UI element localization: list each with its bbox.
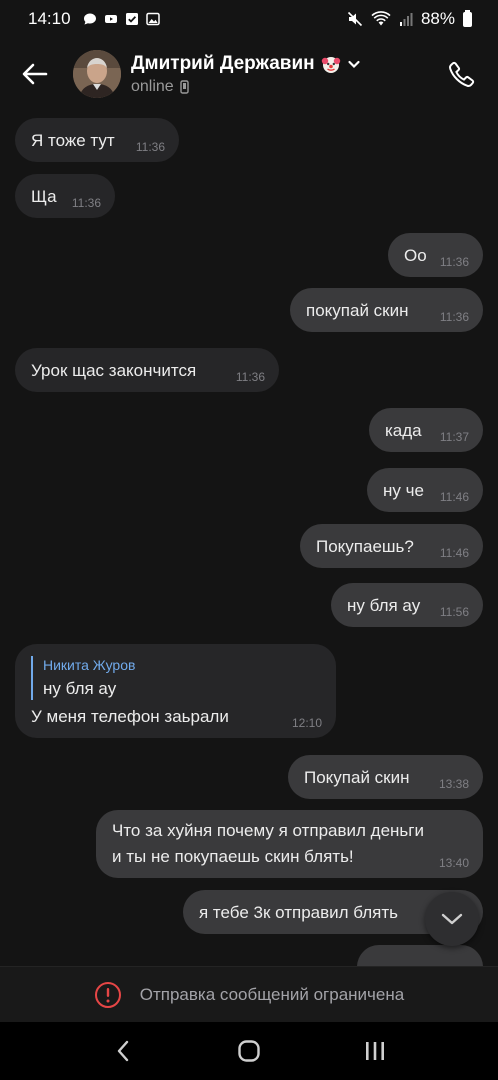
- message-text: Ща: [31, 187, 57, 206]
- title-row: Дмитрий Державин: [131, 53, 361, 75]
- avatar-image: [73, 50, 121, 98]
- youtube-notification-icon: [104, 15, 117, 23]
- message-text-line-1: Что за хуйня почему я отправил деньги: [112, 821, 424, 840]
- clown-emoji-icon: [321, 56, 340, 73]
- signal-icon: [399, 13, 413, 26]
- message-text: я тебе 3к отправил блять: [199, 903, 399, 922]
- restriction-text: Отправка сообщений ограничена: [139, 984, 405, 1004]
- message-text: ну бля ау: [347, 596, 421, 615]
- contact-name: Дмитрий Державин: [131, 52, 315, 74]
- chevron-down-scroll-icon: [441, 913, 463, 925]
- chat-notification-icon: [83, 13, 96, 25]
- message-bubble-outgoing[interactable]: Оо 11:36: [388, 233, 483, 277]
- message-time: 11:37: [439, 430, 469, 444]
- nav-home-icon: [238, 1040, 260, 1062]
- phone-icon: [449, 61, 475, 87]
- message-time: 13:40: [438, 856, 469, 870]
- notification-icons: [83, 12, 160, 26]
- presence-status: online: [131, 78, 361, 96]
- reply-author[interactable]: Никита Журов: [43, 657, 135, 673]
- battery-icon: [463, 9, 472, 27]
- chat-header: Дмитрий Державин online: [0, 38, 498, 110]
- message-bubble-outgoing-partial[interactable]: [357, 945, 483, 966]
- screen: 14:10 88% Дмитрий Державин online Я тоже…: [0, 0, 498, 1080]
- message-bubble-outgoing[interactable]: када 11:37: [369, 408, 483, 452]
- online-status: online: [131, 77, 174, 95]
- mobile-device-icon: [180, 79, 189, 94]
- message-text: Оо: [404, 246, 427, 265]
- message-time: 11:36: [135, 140, 165, 154]
- message-text: Урок щас закончится: [31, 361, 197, 380]
- nav-recents-icon: [366, 1042, 384, 1060]
- nav-home-button[interactable]: [229, 1031, 269, 1071]
- message-list[interactable]: Я тоже тут 11:36 Ща 11:36 Оо 11:36 покуп…: [0, 110, 498, 966]
- message-time: 11:36: [439, 310, 469, 324]
- status-right: 88%: [347, 9, 472, 29]
- message-time: 11:36: [71, 196, 101, 210]
- message-bubble-incoming[interactable]: Я тоже тут 11:36: [15, 118, 179, 162]
- message-bubble-outgoing[interactable]: ну бля ау 11:56: [331, 583, 483, 627]
- reply-quote-bar: [31, 656, 33, 700]
- avatar[interactable]: [73, 50, 121, 98]
- message-time: 11:36: [235, 370, 265, 384]
- message-bubble-incoming-reply[interactable]: Никита Журов ну бля ау У меня телефон за…: [15, 644, 336, 738]
- system-nav-bar: [0, 1022, 498, 1080]
- nav-back-button[interactable]: [103, 1031, 143, 1071]
- chevron-down-icon[interactable]: [347, 57, 361, 71]
- message-text: када: [385, 421, 422, 440]
- message-text: покупай скин: [306, 301, 409, 320]
- nav-recents-button[interactable]: [355, 1031, 395, 1071]
- reply-quoted-text: ну бля ау: [43, 679, 117, 698]
- error-circle-icon: [94, 981, 121, 1008]
- message-bubble-outgoing[interactable]: Что за хуйня почему я отправил деньги и …: [96, 810, 483, 878]
- message-text: ну че: [383, 481, 424, 500]
- message-bubble-outgoing[interactable]: ну че 11:46: [367, 468, 483, 512]
- back-arrow-icon: [22, 63, 48, 85]
- status-time: 14:10: [28, 9, 71, 28]
- message-text: У меня телефон заьрали: [31, 707, 229, 726]
- battery-percent: 88%: [420, 9, 455, 28]
- status-left: 14:10: [28, 9, 160, 29]
- message-time: 11:56: [439, 605, 469, 619]
- back-button[interactable]: [0, 38, 70, 110]
- send-restriction-bar: Отправка сообщений ограничена: [0, 966, 498, 1022]
- message-text-line-2: и ты не покупаешь скин блять!: [112, 847, 354, 866]
- message-bubble-incoming[interactable]: Урок щас закончится 11:36: [15, 348, 279, 392]
- message-time: 12:10: [291, 716, 322, 730]
- call-button[interactable]: [442, 54, 482, 94]
- message-bubble-incoming[interactable]: Ща 11:36: [15, 174, 115, 218]
- message-bubble-outgoing[interactable]: покупай скин 11:36: [290, 288, 483, 332]
- message-time: 13:38: [438, 777, 469, 791]
- nav-back-icon: [117, 1040, 129, 1062]
- message-text: Покупаешь?: [316, 537, 414, 556]
- status-bar: 14:10 88%: [0, 0, 498, 38]
- message-bubble-outgoing[interactable]: Покупай скин 13:38: [288, 755, 483, 799]
- message-bubble-outgoing[interactable]: Покупаешь? 11:46: [300, 524, 483, 568]
- gallery-notification-icon: [145, 12, 160, 26]
- message-time: 11:36: [439, 255, 469, 269]
- message-time: 11:46: [439, 490, 469, 504]
- wifi-icon: [371, 11, 391, 26]
- check-notification-icon: [125, 13, 138, 25]
- message-time: 11:46: [439, 546, 469, 560]
- mute-icon: [347, 11, 363, 27]
- contact-info[interactable]: Дмитрий Державин online: [131, 53, 361, 96]
- scroll-to-bottom-button[interactable]: [425, 892, 479, 946]
- message-text: Я тоже тут: [31, 131, 115, 150]
- message-text: Покупай скин: [304, 768, 410, 787]
